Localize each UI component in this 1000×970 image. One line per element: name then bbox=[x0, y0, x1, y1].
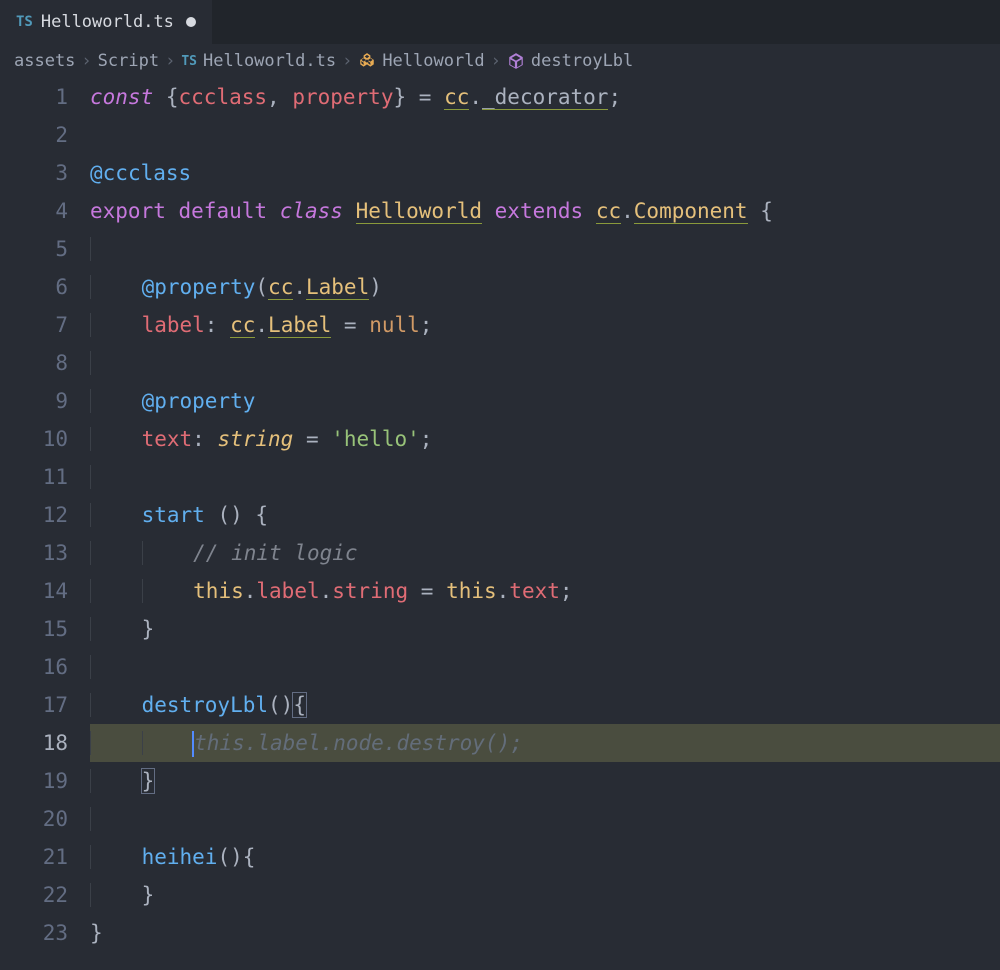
code-line[interactable]: const {ccclass, property} = cc._decorato… bbox=[90, 78, 1000, 116]
code-line[interactable]: start () { bbox=[90, 496, 1000, 534]
line-number[interactable]: 6 bbox=[0, 268, 68, 306]
tab-helloworld[interactable]: TS Helloworld.ts bbox=[0, 0, 212, 44]
ts-icon: TS bbox=[181, 54, 197, 69]
code-line[interactable]: @property bbox=[90, 382, 1000, 420]
inline-suggestion: this.label.node.destroy(); bbox=[194, 731, 523, 755]
tab-label: Helloworld.ts bbox=[41, 12, 174, 32]
breadcrumb[interactable]: assets › Script › TS Helloworld.ts › Hel… bbox=[0, 44, 1000, 78]
code-line[interactable] bbox=[90, 648, 1000, 686]
code-line[interactable]: this.label.string = this.text; bbox=[90, 572, 1000, 610]
breadcrumb-segment[interactable]: Script bbox=[98, 51, 159, 71]
class-icon bbox=[358, 52, 376, 70]
line-number[interactable]: 5 bbox=[0, 230, 68, 268]
code-line[interactable]: @property(cc.Label) bbox=[90, 268, 1000, 306]
breadcrumb-method[interactable]: destroyLbl bbox=[531, 51, 633, 71]
code-line[interactable] bbox=[90, 800, 1000, 838]
code-line[interactable]: export default class Helloworld extends … bbox=[90, 192, 1000, 230]
line-gutter: 1 2 3 4 5 6 7 8 9 10 11 12 13 14 15 16 1… bbox=[0, 78, 90, 952]
line-number[interactable]: 21 bbox=[0, 838, 68, 876]
line-number[interactable]: 2 bbox=[0, 116, 68, 154]
line-number[interactable]: 3 bbox=[0, 154, 68, 192]
line-number[interactable]: 1 bbox=[0, 78, 68, 116]
code-line[interactable]: this.label.node.destroy(); bbox=[90, 724, 1000, 762]
breadcrumb-file[interactable]: Helloworld.ts bbox=[203, 51, 336, 71]
code-line[interactable]: } bbox=[90, 762, 1000, 800]
line-number[interactable]: 7 bbox=[0, 306, 68, 344]
code-line[interactable] bbox=[90, 230, 1000, 268]
line-number[interactable]: 16 bbox=[0, 648, 68, 686]
ts-icon: TS bbox=[16, 14, 33, 30]
breadcrumb-class[interactable]: Helloworld bbox=[382, 51, 484, 71]
line-number[interactable]: 18 bbox=[0, 724, 68, 762]
chevron-right-icon: › bbox=[165, 51, 175, 71]
line-number[interactable]: 20 bbox=[0, 800, 68, 838]
code-editor[interactable]: 1 2 3 4 5 6 7 8 9 10 11 12 13 14 15 16 1… bbox=[0, 78, 1000, 952]
line-number[interactable]: 4 bbox=[0, 192, 68, 230]
code-line[interactable]: } bbox=[90, 610, 1000, 648]
line-number[interactable]: 19 bbox=[0, 762, 68, 800]
line-number[interactable]: 11 bbox=[0, 458, 68, 496]
code-line[interactable]: heihei(){ bbox=[90, 838, 1000, 876]
line-number[interactable]: 15 bbox=[0, 610, 68, 648]
chevron-right-icon: › bbox=[491, 51, 501, 71]
line-number[interactable]: 14 bbox=[0, 572, 68, 610]
line-number[interactable]: 17 bbox=[0, 686, 68, 724]
code-line[interactable]: label: cc.Label = null; bbox=[90, 306, 1000, 344]
code-line[interactable] bbox=[90, 116, 1000, 154]
dirty-indicator-icon bbox=[186, 17, 196, 27]
code-line[interactable]: } bbox=[90, 914, 1000, 952]
chevron-right-icon: › bbox=[81, 51, 91, 71]
tab-bar: TS Helloworld.ts bbox=[0, 0, 1000, 44]
code-line[interactable]: @ccclass bbox=[90, 154, 1000, 192]
code-line[interactable]: text: string = 'hello'; bbox=[90, 420, 1000, 458]
line-number[interactable]: 10 bbox=[0, 420, 68, 458]
breadcrumb-segment[interactable]: assets bbox=[14, 51, 75, 71]
code-line[interactable]: } bbox=[90, 876, 1000, 914]
line-number[interactable]: 9 bbox=[0, 382, 68, 420]
line-number[interactable]: 22 bbox=[0, 876, 68, 914]
line-number[interactable]: 13 bbox=[0, 534, 68, 572]
code-line[interactable]: destroyLbl(){ bbox=[90, 686, 1000, 724]
line-number[interactable]: 23 bbox=[0, 914, 68, 952]
code-line[interactable] bbox=[90, 344, 1000, 382]
code-line[interactable] bbox=[90, 458, 1000, 496]
code-line[interactable]: // init logic bbox=[90, 534, 1000, 572]
method-icon bbox=[507, 52, 525, 70]
line-number[interactable]: 8 bbox=[0, 344, 68, 382]
line-number[interactable]: 12 bbox=[0, 496, 68, 534]
chevron-right-icon: › bbox=[342, 51, 352, 71]
code-area[interactable]: const {ccclass, property} = cc._decorato… bbox=[90, 78, 1000, 952]
